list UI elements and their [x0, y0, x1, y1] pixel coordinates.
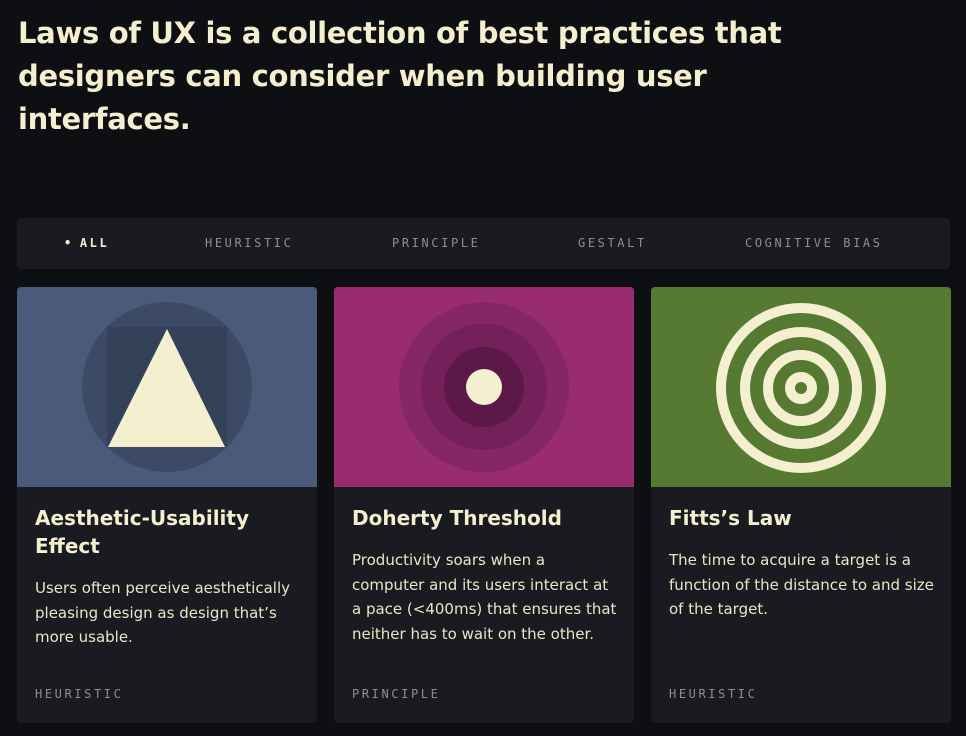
- active-bullet: •: [64, 236, 74, 250]
- law-card-aesthetic-usability[interactable]: Aesthetic-Usability Effect Users often p…: [17, 287, 317, 723]
- card-title: Aesthetic-Usability Effect: [35, 506, 250, 558]
- card-description: Users often perceive aesthetically pleas…: [35, 579, 291, 646]
- page-intro: Laws of UX is a collection of best pract…: [18, 16, 782, 136]
- card-description: The time to acquire a target is a functi…: [669, 551, 934, 618]
- law-card-doherty-threshold[interactable]: Doherty Threshold Productivity soars whe…: [334, 287, 634, 723]
- filter-all-label: ALL: [79, 236, 110, 250]
- card-title: Doherty Threshold: [352, 506, 562, 530]
- filter-heuristic[interactable]: HEURISTIC: [205, 218, 293, 269]
- filter-all[interactable]: • ALL: [64, 218, 109, 269]
- filter-principle[interactable]: PRINCIPLE: [392, 218, 480, 269]
- card-description: Productivity soars when a computer and i…: [352, 551, 617, 643]
- filter-gestalt[interactable]: GESTALT: [578, 218, 647, 269]
- triangle-icon: [17, 287, 317, 487]
- filter-cognitive-bias[interactable]: COGNITIVE BIAS: [745, 218, 883, 269]
- category-filter-bar: • ALL HEURISTIC PRINCIPLE GESTALT COGNITI…: [17, 218, 950, 269]
- card-category-tag: HEURISTIC: [669, 687, 758, 701]
- law-card-fitts-law[interactable]: Fitts’s Law The time to acquire a target…: [651, 287, 951, 723]
- concentric-circles-icon: [334, 287, 634, 487]
- card-title: Fitts’s Law: [669, 506, 792, 530]
- target-icon: [651, 287, 951, 487]
- card-category-tag: PRINCIPLE: [352, 687, 441, 701]
- card-category-tag: HEURISTIC: [35, 687, 124, 701]
